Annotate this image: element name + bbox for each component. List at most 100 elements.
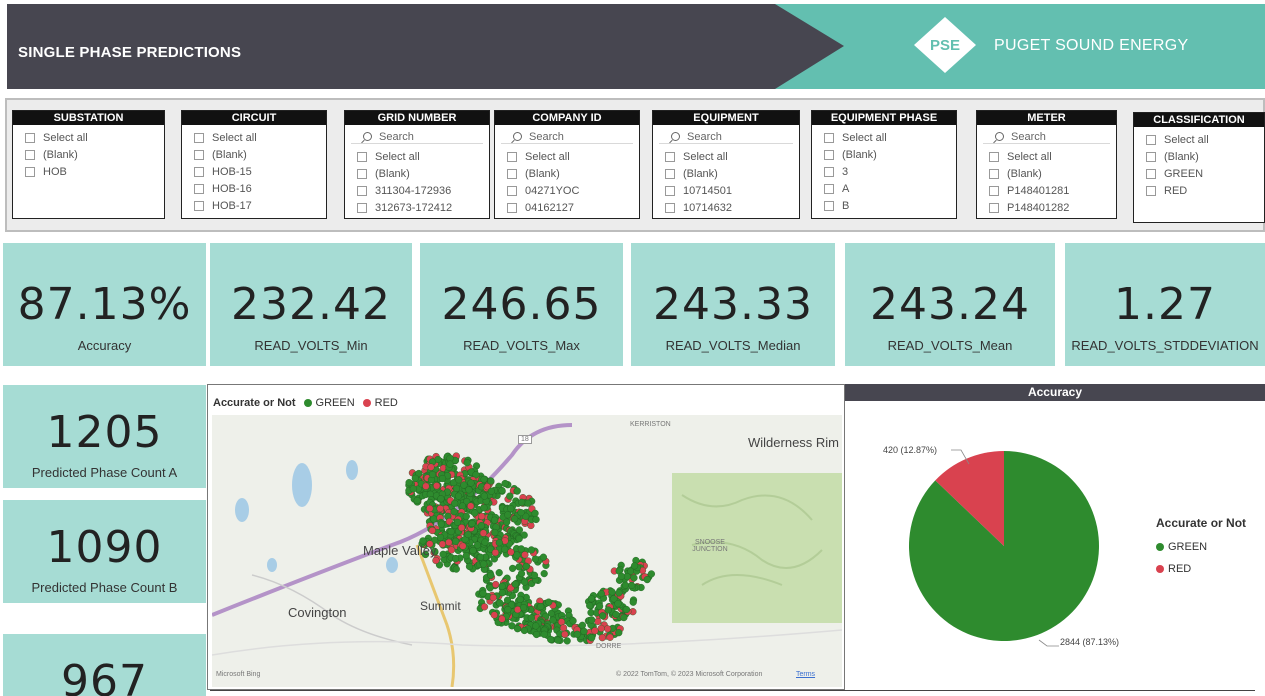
slicer-option[interactable]: Select all	[194, 129, 326, 146]
map-point[interactable]	[511, 515, 519, 523]
slicer-option[interactable]: Select all	[507, 148, 639, 165]
slicer-option[interactable]: Select all	[1146, 131, 1264, 148]
map-point[interactable]	[604, 606, 612, 614]
slicer-option[interactable]: 3	[824, 163, 956, 180]
checkbox-icon[interactable]	[357, 168, 367, 179]
map-point[interactable]	[462, 552, 470, 560]
map-point[interactable]	[469, 546, 477, 555]
slicer-option[interactable]: (Blank)	[1146, 148, 1264, 165]
map-point[interactable]	[532, 622, 540, 630]
map-point[interactable]	[489, 594, 497, 602]
map-point[interactable]	[436, 504, 444, 513]
map-point[interactable]	[430, 515, 438, 523]
checkbox-icon[interactable]	[824, 166, 834, 177]
map-point[interactable]	[452, 565, 460, 573]
map-point[interactable]	[452, 537, 460, 546]
map-point[interactable]	[467, 479, 475, 487]
slicer-search-input[interactable]: Search	[501, 125, 633, 144]
map-point[interactable]	[620, 614, 628, 622]
checkbox-icon[interactable]	[989, 168, 999, 179]
slicer-meter[interactable]: METER Search Select all (Blank) P148401281 P1…	[976, 110, 1117, 219]
map-point[interactable]	[491, 516, 499, 524]
checkbox-icon[interactable]	[194, 200, 204, 211]
map-point[interactable]	[491, 528, 499, 537]
slicer-company-id[interactable]: COMPANY ID Search Select all (Blank) 04271YO…	[494, 110, 640, 219]
map-point[interactable]	[451, 499, 459, 508]
map-point[interactable]	[409, 485, 417, 493]
checkbox-icon[interactable]	[989, 185, 999, 196]
map-point[interactable]	[517, 508, 525, 517]
map-point[interactable]	[647, 570, 656, 578]
map-point[interactable]	[465, 562, 474, 571]
map-point[interactable]	[540, 570, 548, 578]
checkbox-icon[interactable]	[1146, 168, 1156, 179]
checkbox-icon[interactable]	[989, 151, 999, 162]
map-point[interactable]	[578, 621, 587, 629]
map-point[interactable]	[413, 496, 421, 505]
slicer-option[interactable]: Select all	[25, 129, 164, 146]
map-point[interactable]	[569, 617, 577, 625]
slicer-search-input[interactable]: Search	[351, 125, 483, 144]
map-point[interactable]	[501, 479, 509, 488]
checkbox-icon[interactable]	[194, 183, 204, 194]
slicer-option[interactable]: Select all	[665, 148, 799, 165]
map-point[interactable]	[459, 542, 467, 550]
slicer-option[interactable]: HOB-17	[194, 197, 326, 214]
map-point[interactable]	[587, 595, 596, 603]
map-point[interactable]	[622, 605, 631, 614]
slicer-option[interactable]: P148401282	[989, 199, 1116, 216]
map-point[interactable]	[515, 535, 523, 543]
map-point[interactable]	[495, 569, 503, 577]
map-point[interactable]	[522, 562, 530, 570]
map-point[interactable]	[547, 635, 555, 644]
slicer-search-input[interactable]: Search	[983, 125, 1110, 144]
map-point[interactable]	[580, 627, 588, 635]
map-point[interactable]	[554, 636, 562, 644]
slicer-option[interactable]: P148401281	[989, 182, 1116, 199]
slicer-option[interactable]: 10714632	[665, 199, 799, 216]
map-point[interactable]	[478, 512, 486, 521]
map-point[interactable]	[515, 563, 523, 571]
map-point[interactable]	[498, 582, 506, 590]
checkbox-icon[interactable]	[824, 200, 834, 211]
map-point[interactable]	[559, 624, 568, 632]
map-point[interactable]	[629, 598, 637, 606]
map-point[interactable]	[411, 474, 419, 482]
map-point[interactable]	[517, 570, 526, 578]
map-point[interactable]	[428, 526, 436, 535]
slicer-option[interactable]: (Blank)	[989, 165, 1116, 182]
map-terms-link[interactable]: Terms	[796, 671, 815, 678]
checkbox-icon[interactable]	[507, 151, 517, 162]
map-point[interactable]	[479, 529, 488, 537]
map-point[interactable]	[521, 578, 529, 586]
map-point[interactable]	[518, 498, 526, 506]
slicer-circuit[interactable]: CIRCUIT Select all (Blank) HOB-15 HOB-16 HOB-…	[181, 110, 327, 219]
checkbox-icon[interactable]	[665, 185, 675, 196]
checkbox-icon[interactable]	[25, 166, 35, 177]
checkbox-icon[interactable]	[824, 183, 834, 194]
slicer-option[interactable]: Select all	[989, 148, 1116, 165]
map-point[interactable]	[452, 555, 460, 563]
map-point[interactable]	[612, 610, 620, 619]
map-point[interactable]	[614, 600, 622, 608]
checkbox-icon[interactable]	[989, 202, 999, 213]
map-point[interactable]	[450, 508, 458, 516]
map-point[interactable]	[631, 562, 639, 570]
slicer-option[interactable]: 04162127	[507, 199, 639, 216]
checkbox-icon[interactable]	[25, 132, 35, 143]
map-point[interactable]	[561, 630, 569, 638]
checkbox-icon[interactable]	[1146, 134, 1156, 145]
map-point[interactable]	[464, 530, 472, 539]
checkbox-icon[interactable]	[824, 132, 834, 143]
map-point[interactable]	[491, 549, 500, 557]
checkbox-icon[interactable]	[194, 166, 204, 177]
slicer-option[interactable]: (Blank)	[507, 165, 639, 182]
map-point[interactable]	[531, 509, 539, 517]
map-point[interactable]	[496, 599, 504, 607]
map-point[interactable]	[445, 538, 453, 547]
map-point[interactable]	[436, 533, 445, 542]
slicer-option[interactable]: HOB-15	[194, 163, 326, 180]
map-point[interactable]	[527, 614, 535, 622]
map-point[interactable]	[549, 616, 557, 624]
map-point[interactable]	[513, 625, 522, 633]
